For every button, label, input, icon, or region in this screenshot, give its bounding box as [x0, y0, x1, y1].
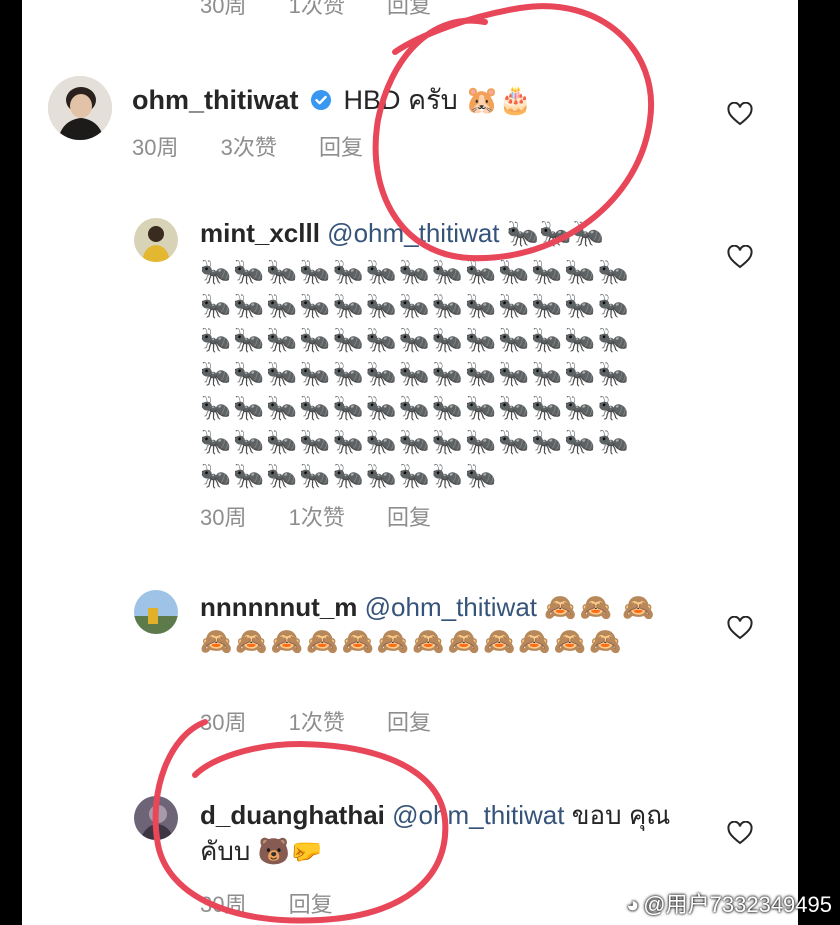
mention-link[interactable]: @ohm_thitiwat — [392, 800, 564, 830]
reply-button[interactable]: 回复 — [387, 505, 431, 530]
like-count-button[interactable]: 1次赞 — [289, 0, 345, 18]
like-count-button[interactable]: 1次赞 — [289, 710, 345, 735]
like-heart-icon[interactable] — [727, 616, 753, 640]
like-count-button[interactable]: 1次赞 — [289, 505, 345, 530]
comment-time: 30周 — [200, 0, 247, 18]
previous-comment-meta: 30周 1次赞 回复 — [200, 0, 467, 20]
like-heart-icon[interactable] — [727, 102, 753, 126]
comment-text: HBD ครับ 🐹🎂 — [343, 85, 533, 115]
watermark-prefix: @ — [643, 892, 666, 917]
comment-time: 30周 — [200, 710, 247, 735]
avatar[interactable] — [134, 218, 178, 262]
username[interactable]: nnnnnnut_m — [200, 592, 357, 622]
comment-body: mint_xclll @ohm_thitiwat 🐜🐜🐜 — [200, 218, 604, 249]
comment-body: nnnnnnut_m @ohm_thitiwat 🙈🙈 🙈🙈🙈🙈🙈🙈🙈🙈🙈🙈🙈🙈… — [200, 590, 680, 658]
comment-text: 🐜🐜🐜 — [506, 218, 604, 248]
avatar[interactable] — [134, 796, 178, 840]
like-heart-icon[interactable] — [727, 245, 753, 269]
comment-meta: 30周 1次赞 回复 — [200, 500, 467, 532]
avatar[interactable] — [48, 76, 112, 140]
comment-meta: 30周 3次赞 回复 — [132, 130, 399, 162]
comment-meta: 30周 回复 — [200, 887, 369, 919]
reply-button[interactable]: 回复 — [319, 135, 363, 160]
username[interactable]: d_duanghathai — [200, 800, 385, 830]
mention-link[interactable]: @ohm_thitiwat — [365, 592, 537, 622]
comment-body: ohm_thitiwat HBD ครับ 🐹🎂 — [132, 78, 532, 121]
username[interactable]: ohm_thitiwat — [132, 85, 299, 115]
comment-time: 30周 — [200, 892, 247, 917]
weibo-watermark: ◕ @用户7332349495 — [626, 887, 832, 919]
comment-body: d_duanghathai @ohm_thitiwat ขอบ คุณคับบ … — [200, 797, 680, 869]
username[interactable]: mint_xclll — [200, 218, 320, 248]
like-count-button[interactable]: 3次赞 — [221, 135, 277, 160]
avatar[interactable] — [134, 590, 178, 634]
comment-time: 30周 — [200, 505, 247, 530]
comment-time: 30周 — [132, 135, 179, 160]
comment-feed: 30周 1次赞 回复 ohm_thitiwat HBD ครับ 🐹🎂 30周 … — [22, 0, 798, 925]
verified-badge-icon — [311, 90, 332, 110]
watermark-text: 用户7332349495 — [665, 892, 832, 917]
comment-text: 🙈🙈 — [544, 592, 615, 622]
reply-button[interactable]: 回复 — [387, 0, 431, 18]
weibo-logo-icon: ◕ — [626, 892, 640, 917]
reply-button[interactable]: 回复 — [289, 892, 333, 917]
comment-text-emoji-grid: 🐜🐜🐜🐜🐜🐜🐜🐜🐜🐜🐜🐜🐜🐜🐜🐜🐜🐜🐜🐜🐜🐜🐜🐜🐜🐜🐜🐜🐜🐜🐜🐜🐜🐜🐜🐜🐜🐜🐜🐜… — [200, 258, 631, 490]
mention-link[interactable]: @ohm_thitiwat — [327, 218, 499, 248]
reply-button[interactable]: 回复 — [387, 710, 431, 735]
like-heart-icon[interactable] — [727, 821, 753, 845]
comment-text: ขอบ — [571, 800, 622, 830]
comment-meta: 30周 1次赞 回复 — [200, 705, 467, 737]
